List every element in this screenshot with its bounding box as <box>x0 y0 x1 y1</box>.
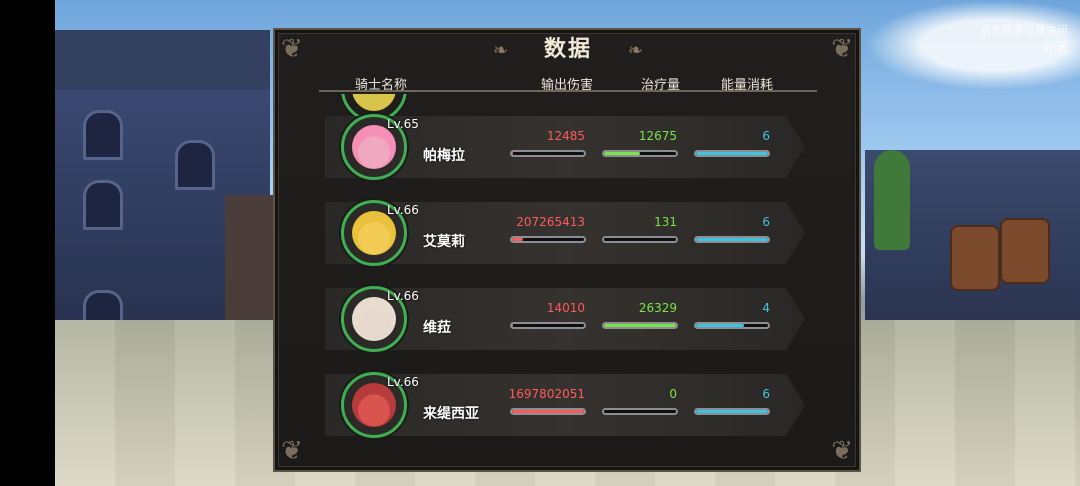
stat-heal-bar <box>602 408 678 415</box>
corner-ornament-icon: ❦ <box>281 34 303 64</box>
stat-energy-fill <box>696 152 768 155</box>
window <box>83 180 123 230</box>
knight-name: 来缇西亚 <box>423 406 479 422</box>
left-black-bar <box>0 0 55 486</box>
portrait-face <box>352 125 396 169</box>
stat-damage-fill <box>512 238 523 241</box>
stat-energy-fill <box>696 410 768 413</box>
stat-energy-bar <box>694 236 770 243</box>
window <box>83 110 123 160</box>
knight-level: Lv.66 <box>387 289 419 303</box>
stat-heal-value: 12675 <box>638 129 677 143</box>
stat-damage-bar <box>510 236 586 243</box>
knight-level: Lv.66 <box>387 203 419 217</box>
barrel <box>950 225 1000 291</box>
portrait-face <box>352 297 396 341</box>
close-hint-text: 点击任意位置关闭 <box>980 24 1068 37</box>
stat-heal-fill <box>604 152 640 155</box>
stat-heal-value: 0 <box>669 387 677 401</box>
stat-damage-fill <box>512 324 513 327</box>
close-hint[interactable]: 点击任意位置关闭 关闭 <box>980 22 1068 58</box>
portrait-face <box>352 211 396 255</box>
stat-heal-value: 26329 <box>638 301 677 315</box>
window <box>175 140 215 190</box>
stat-energy-fill <box>696 324 745 327</box>
stat-heal-fill <box>604 324 676 327</box>
knight-level: Lv.65 <box>387 117 419 131</box>
stat-energy-value: 4 <box>762 301 770 315</box>
stat-heal-value: 131 <box>654 215 677 229</box>
stat-damage-value: 14010 <box>546 301 585 315</box>
knight-name: 帕梅拉 <box>423 148 465 164</box>
stat-heal-bar <box>602 150 678 157</box>
stat-energy-value: 6 <box>762 387 770 401</box>
stat-energy-bar <box>694 150 770 157</box>
stat-energy-bar <box>694 322 770 329</box>
stat-damage-fill <box>512 152 513 155</box>
tree <box>874 150 910 250</box>
stat-damage-fill <box>512 410 584 413</box>
stat-energy-value: 6 <box>762 215 770 229</box>
stat-energy-fill <box>696 238 768 241</box>
header-divider <box>319 90 817 92</box>
title-ornament-icon: ❧ <box>627 40 643 61</box>
title-ornament-icon: ❧ <box>493 40 509 61</box>
knight-level: Lv.66 <box>387 375 419 389</box>
stat-heal-bar <box>602 236 678 243</box>
close-label[interactable]: 关闭 <box>980 38 1068 58</box>
barrel <box>1000 218 1050 284</box>
knight-name: 维菈 <box>423 320 451 336</box>
stat-damage-bar <box>510 150 586 157</box>
panel-title: 数据 <box>543 37 592 62</box>
stats-panel: ❦ ❦ ❦ ❦ ❧ 数据 ❧ 骑士名称 输出伤害 治疗量 能量消耗 Lv.65 帕… <box>273 28 861 472</box>
knight-name: 艾莫莉 <box>423 234 465 250</box>
knight-list[interactable]: Lv.65 帕梅拉 12485 12675 6 Lv.66 艾莫莉 207265413 131 6… <box>275 94 863 462</box>
stat-energy-bar <box>694 408 770 415</box>
corner-ornament-icon: ❦ <box>831 34 853 64</box>
stat-damage-value: 207265413 <box>516 215 585 229</box>
stat-damage-value: 1697802051 <box>508 387 585 401</box>
stat-damage-value: 12485 <box>546 129 585 143</box>
portrait-face <box>352 383 396 427</box>
stat-energy-value: 6 <box>762 129 770 143</box>
panel-title-area: ❧ 数据 ❧ <box>493 32 643 68</box>
stat-damage-bar <box>510 408 586 415</box>
stat-damage-bar <box>510 322 586 329</box>
stat-heal-bar <box>602 322 678 329</box>
